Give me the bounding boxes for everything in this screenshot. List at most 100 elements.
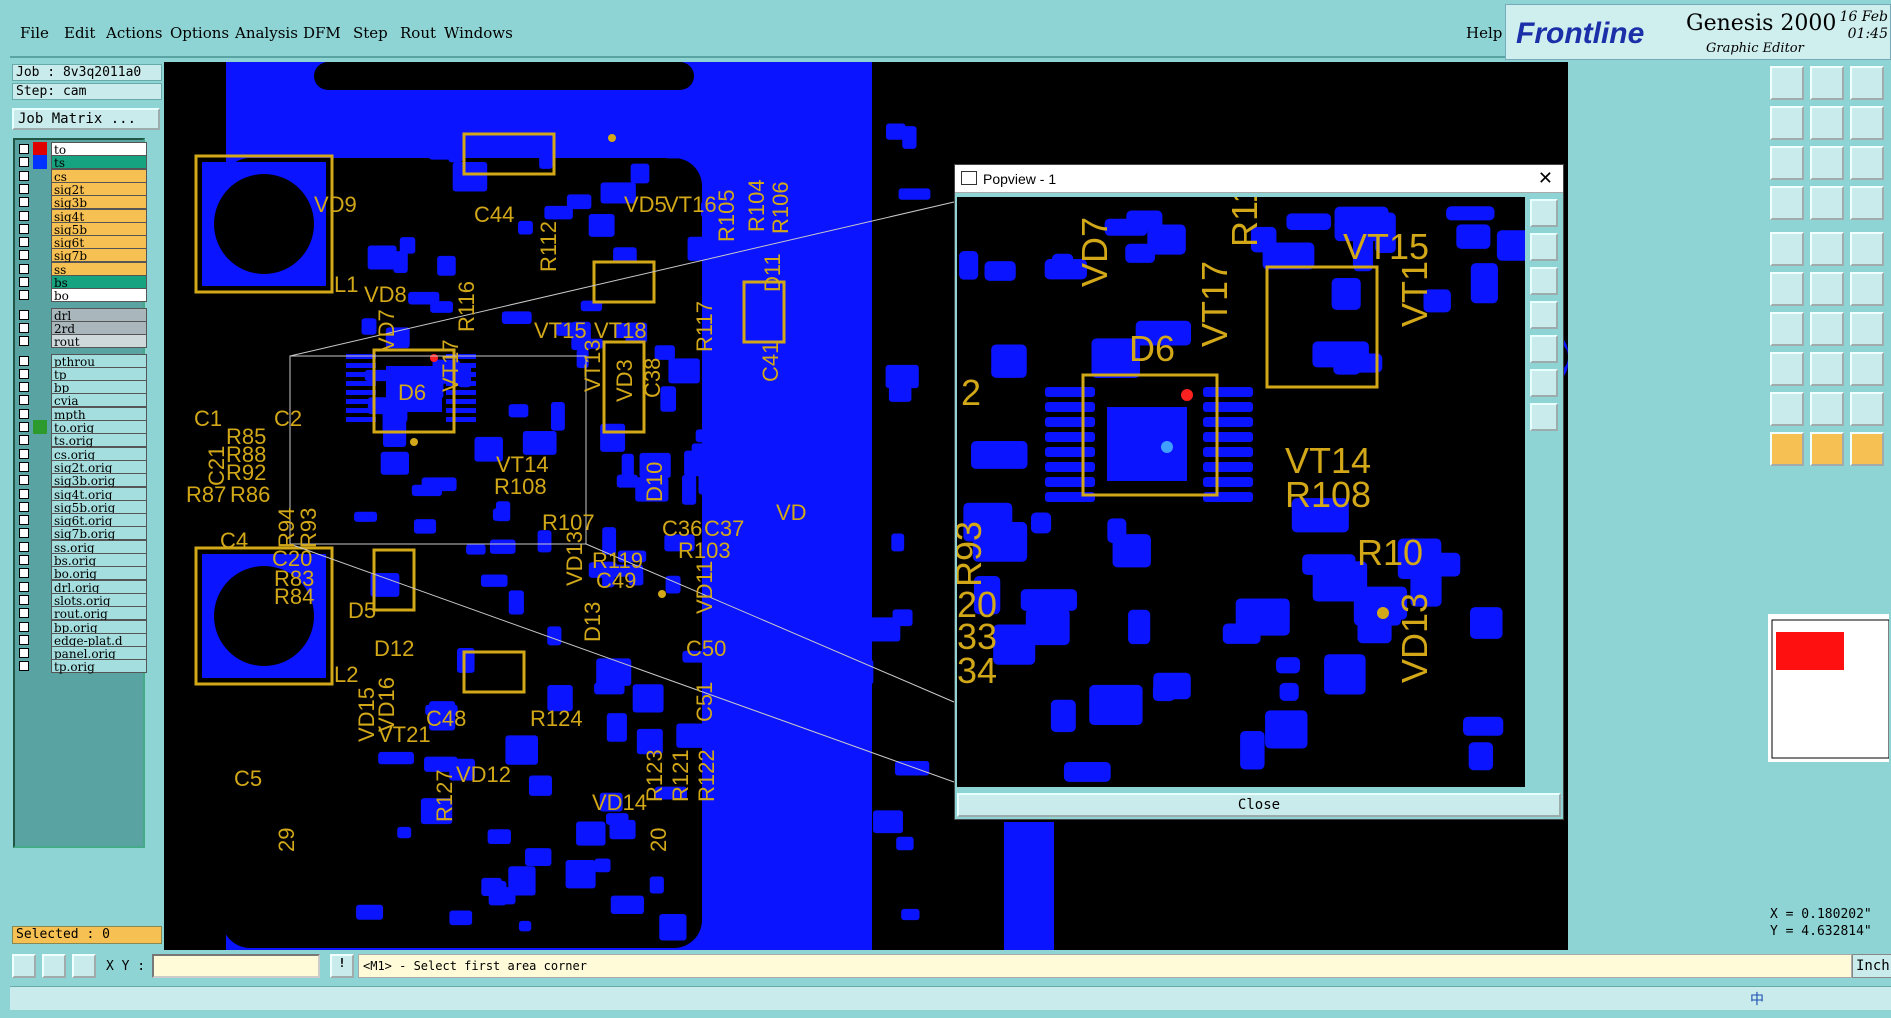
route-icon[interactable] — [1850, 352, 1884, 386]
layer-checkbox[interactable] — [19, 263, 29, 274]
layer-list[interactable]: to ts cs sig2t sig3b sig4t sig5b sig6t sig7b ss bs… — [13, 138, 147, 848]
layer-checkbox[interactable] — [19, 157, 29, 168]
snap-icon[interactable] — [12, 954, 36, 978]
overview-map[interactable] — [1766, 612, 1891, 764]
popview-zoom-in-button[interactable] — [1530, 199, 1558, 227]
line-a-icon[interactable] — [1770, 312, 1804, 346]
layer-checkbox[interactable] — [19, 621, 29, 632]
layer-checkbox[interactable] — [19, 197, 29, 208]
close-icon[interactable]: ✕ — [1538, 168, 1553, 189]
center-icon[interactable] — [1810, 146, 1844, 180]
layer-row[interactable]: tp.orig — [17, 659, 147, 674]
layer-checkbox[interactable] — [19, 309, 29, 320]
layer-checkbox[interactable] — [19, 555, 29, 565]
measure-icon[interactable] — [42, 954, 66, 978]
layer-checkbox[interactable] — [19, 336, 29, 347]
layer-checkbox[interactable] — [19, 277, 29, 287]
grid-icon[interactable] — [1810, 186, 1844, 220]
popview-pan-left-button[interactable] — [1530, 301, 1558, 329]
menu-file[interactable]: File — [20, 24, 49, 42]
pan-left-icon[interactable] — [1770, 106, 1804, 140]
line-b-icon[interactable] — [1810, 312, 1844, 346]
pan-right-icon[interactable] — [1810, 106, 1844, 140]
ime-indicator[interactable]: 中 — [1750, 991, 1764, 1007]
layer-checkbox[interactable] — [19, 170, 29, 181]
layer-checkbox[interactable] — [19, 237, 29, 248]
popview-drawing[interactable]: VD7VT17R11 VT15VT1D62VT14R108R10R93203334… — [957, 197, 1525, 787]
layer-checkbox[interactable] — [19, 528, 29, 539]
ruler-icon[interactable] — [1850, 232, 1884, 266]
layer-checkbox[interactable] — [19, 581, 29, 592]
menu-options[interactable]: Options — [170, 24, 229, 42]
menu-help[interactable]: Help — [1466, 24, 1502, 42]
zoom-1-2-icon[interactable] — [1850, 146, 1884, 180]
popview-pan-right-button[interactable] — [1530, 335, 1558, 363]
menu-analysis[interactable]: Analysis — [235, 24, 298, 42]
layer-checkbox[interactable] — [19, 144, 29, 154]
layer-checkbox[interactable] — [19, 515, 29, 526]
menu-dfm[interactable]: DFM — [303, 24, 341, 42]
snap-icon[interactable] — [1770, 186, 1804, 220]
layer-row[interactable]: bo — [17, 288, 147, 303]
trace-icon[interactable] — [1810, 352, 1844, 386]
popview-close-button[interactable]: Close — [957, 793, 1561, 817]
layer-checkbox[interactable] — [19, 368, 29, 379]
layer-checkbox[interactable] — [19, 568, 29, 579]
zoom-window-icon[interactable] — [1810, 66, 1844, 100]
select-icon[interactable] — [1770, 232, 1804, 266]
units-button[interactable]: Inch — [1852, 954, 1891, 978]
cursor-b-icon[interactable] — [1810, 432, 1844, 466]
cross-icon[interactable] — [1810, 272, 1844, 306]
xy-input[interactable] — [152, 954, 320, 978]
menu-edit[interactable]: Edit — [64, 24, 95, 42]
layer-checkbox[interactable] — [19, 408, 29, 419]
arc-icon[interactable] — [1850, 312, 1884, 346]
layer-checkbox[interactable] — [19, 461, 29, 472]
layer-checkbox[interactable] — [19, 594, 29, 605]
layer-checkbox[interactable] — [19, 475, 29, 486]
popview-canvas[interactable]: VD7 VT17 R11 VT15 VT1 D6 2 VT14 R108 R10 R93 20 33 34… — [957, 197, 1525, 787]
layer-checkbox[interactable] — [19, 210, 29, 221]
layer-checkbox[interactable] — [19, 422, 29, 432]
popview-zoom-out-button[interactable] — [1530, 403, 1558, 431]
grid-icon[interactable] — [72, 954, 96, 978]
menu-actions[interactable]: Actions — [106, 24, 162, 42]
home-icon[interactable] — [1770, 66, 1804, 100]
menu-rout[interactable]: Rout — [400, 24, 436, 42]
layer-checkbox[interactable] — [19, 435, 29, 446]
popview-window[interactable]: Popview - 1 ✕ VD7 VT17 R11 VT15 VT1 D6 2 VT14 R1… — [954, 164, 1564, 820]
layer-checkbox[interactable] — [19, 501, 29, 512]
layer-checkbox[interactable] — [19, 608, 29, 619]
menu-step[interactable]: Step — [353, 24, 388, 42]
layer-checkbox[interactable] — [19, 223, 29, 234]
pad-icon[interactable] — [1770, 352, 1804, 386]
popview-pan-up-button[interactable] — [1530, 233, 1558, 261]
measure-a-icon[interactable] — [1770, 392, 1804, 426]
layer-checkbox[interactable] — [19, 448, 29, 459]
overview-drawing[interactable] — [1768, 614, 1890, 762]
layer-checkbox[interactable] — [19, 250, 29, 261]
layer-row[interactable]: rout — [17, 334, 147, 349]
layer-checkbox[interactable] — [19, 541, 29, 552]
layer-checkbox[interactable] — [19, 355, 29, 366]
point-icon[interactable] — [1850, 272, 1884, 306]
layer-checkbox[interactable] — [19, 661, 29, 672]
menu-windows[interactable]: Windows — [444, 24, 513, 42]
job-matrix-button[interactable]: Job Matrix ... — [12, 108, 160, 130]
cursor-c-icon[interactable] — [1850, 432, 1884, 466]
layer-checkbox[interactable] — [19, 648, 29, 659]
measure-c-icon[interactable] — [1850, 392, 1884, 426]
draw-icon[interactable] — [1810, 232, 1844, 266]
layer-checkbox[interactable] — [19, 322, 29, 333]
fit-icon[interactable] — [1770, 146, 1804, 180]
home-view-icon[interactable] — [1850, 66, 1884, 100]
layer-checkbox[interactable] — [19, 290, 29, 301]
layer-checkbox[interactable] — [19, 395, 29, 406]
measure-b-icon[interactable] — [1810, 392, 1844, 426]
net-icon[interactable] — [1850, 186, 1884, 220]
info-icon[interactable]: ! — [330, 954, 354, 978]
layer-checkbox[interactable] — [19, 488, 29, 499]
redraw-icon[interactable] — [1850, 106, 1884, 140]
connect-icon[interactable] — [1770, 272, 1804, 306]
layer-checkbox[interactable] — [19, 634, 29, 645]
